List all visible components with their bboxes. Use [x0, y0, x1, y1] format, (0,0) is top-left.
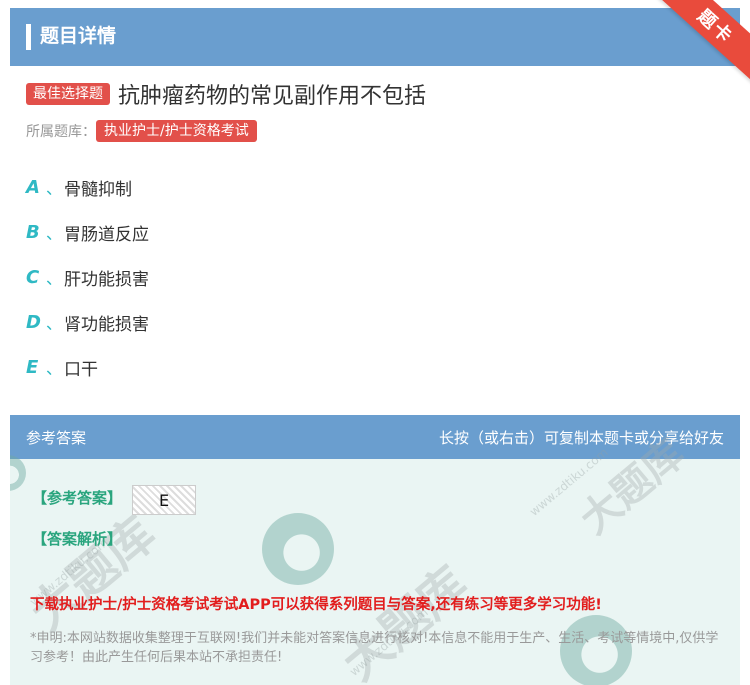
question-line: 最佳选择题 抗肿瘤药物的常见副作用不包括 — [26, 80, 427, 109]
watermark-brand: 大题库 — [20, 506, 167, 642]
option-text: 胃肠道反应 — [64, 224, 149, 245]
option-letter: A — [26, 176, 40, 198]
option-separator: 、 — [46, 314, 63, 333]
answer-value-image: E — [132, 485, 196, 515]
answer-card: 参考答案 长按（或右击）可复制本题卡或分享给好友 大题库 大题库 大题库 www… — [10, 415, 740, 685]
option-letter: C — [26, 266, 40, 288]
question-text: 抗肿瘤药物的常见副作用不包括 — [118, 84, 427, 109]
watermark-logo-icon — [10, 455, 26, 491]
answer-header-title: 参考答案 — [26, 429, 87, 447]
option-text: 肾功能损害 — [64, 314, 149, 335]
answer-label: 【参考答案】 — [32, 489, 123, 507]
option-text: 肝功能损害 — [64, 269, 149, 290]
header-accent-bar — [26, 24, 31, 50]
option-b[interactable]: B 、 胃肠道反应 — [26, 217, 149, 247]
option-text: 骨髓抑制 — [64, 179, 132, 200]
option-c[interactable]: C 、 肝功能损害 — [26, 262, 149, 292]
option-letter: D — [26, 311, 41, 333]
watermark-logo-icon — [262, 513, 334, 585]
option-letter: E — [26, 356, 39, 378]
disclaimer-text: *申明:本网站数据收集整理于互联网!我们并未能对答案信息进行核对!本信息不能用于… — [30, 631, 719, 665]
option-d[interactable]: D 、 肾功能损害 — [26, 307, 149, 337]
option-separator: 、 — [46, 179, 63, 198]
app-download-promo[interactable]: 下载执业护士/护士资格考试考试APP可以获得系列题目与答案,还有练习等更多学习功… — [30, 593, 602, 614]
page-header: 题目详情 — [10, 8, 740, 66]
option-separator: 、 — [46, 359, 63, 378]
option-separator: 、 — [46, 224, 63, 243]
option-separator: 、 — [46, 269, 63, 288]
corner-ribbon[interactable]: 题卡 — [650, 0, 750, 92]
ribbon-band: 题卡 — [658, 0, 750, 91]
bank-label: 所属题库： — [26, 124, 96, 140]
ribbon-label: 题卡 — [693, 5, 737, 48]
question-bank-line: 所属题库： 执业护士/护士资格考试 — [26, 120, 257, 142]
option-e[interactable]: E 、 口干 — [26, 352, 149, 382]
option-a[interactable]: A 、 骨髓抑制 — [26, 172, 149, 202]
copy-share-hint: 长按（或右击）可复制本题卡或分享给好友 — [438, 429, 724, 447]
option-text: 口干 — [64, 359, 98, 380]
analysis-label: 【答案解析】 — [32, 530, 123, 548]
page-title: 题目详情 — [40, 25, 117, 47]
options-list: A 、 骨髓抑制 B 、 胃肠道反应 C 、 肝功能损害 D 、 肾功能损害 E… — [26, 172, 149, 397]
question-type-badge: 最佳选择题 — [26, 83, 110, 105]
bank-tag[interactable]: 执业护士/护士资格考试 — [96, 120, 257, 142]
option-letter: B — [26, 221, 40, 243]
